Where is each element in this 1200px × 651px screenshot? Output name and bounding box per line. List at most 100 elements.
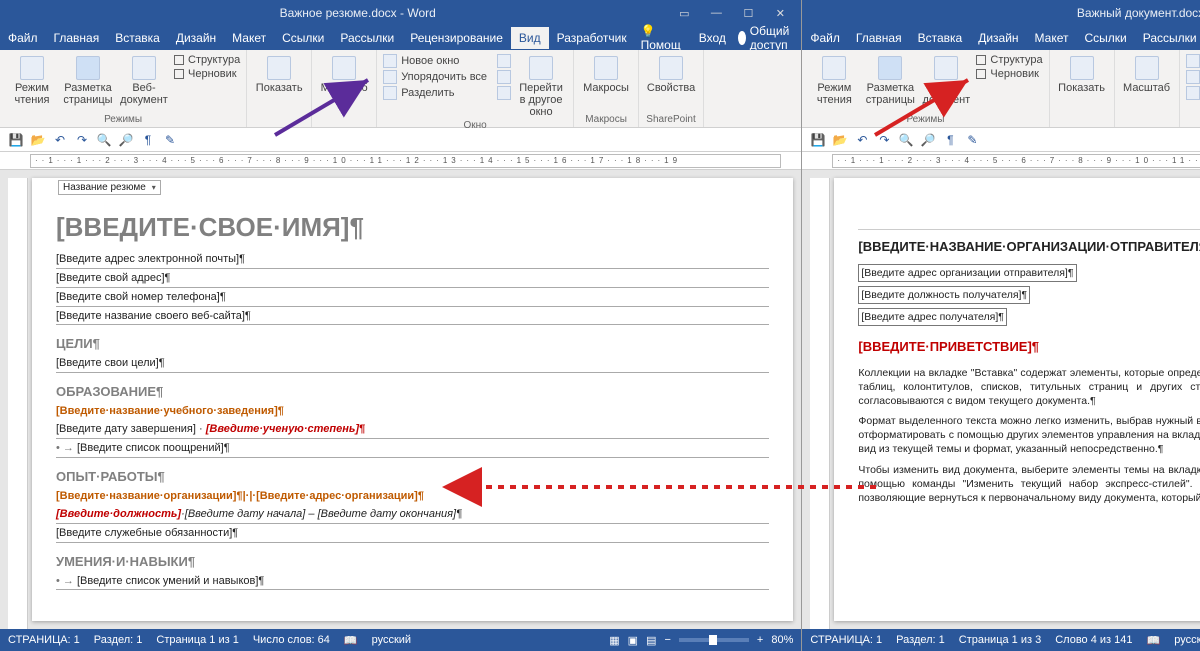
sender-address-field[interactable]: [Введите адрес организации отправителя]¶ [858,264,1076,282]
status-proof-icon[interactable]: 📖 [344,634,358,647]
redo-icon[interactable]: ↷ [74,132,90,148]
maximize-icon[interactable]: ☐ [733,7,763,20]
save-icon[interactable]: 💾 [810,132,826,148]
status-words[interactable]: Слово 4 из 141 [1055,634,1132,646]
tab-file[interactable]: Файл [0,27,46,49]
tab-file[interactable]: Файл [802,27,848,49]
arrange-all-button[interactable]: Упорядочить все [1186,70,1200,84]
org-heading[interactable]: [ВВЕДИТЕ·НАЗВАНИЕ·ОРГАНИЗАЦИИ·ОТПРАВИТЕЛ… [858,238,1200,256]
status-lang[interactable]: русский [372,634,411,646]
tab-design[interactable]: Дизайн [168,27,224,49]
print-layout-button[interactable]: Разметка страницы [864,52,916,106]
body-paragraph[interactable]: Формат выделенного текста можно легко из… [858,414,1200,457]
tab-view[interactable]: Вид [511,27,549,49]
split-button[interactable]: Разделить [1186,86,1200,100]
horizontal-ruler[interactable]: ··1···1···2···3···4···5···6···7···8···9·… [832,154,1200,168]
close-icon[interactable]: ✕ [765,7,795,20]
email-field[interactable]: [Введите адрес электронной почты]¶ [56,251,769,269]
save-icon[interactable]: 💾 [8,132,24,148]
tab-layout[interactable]: Макет [224,27,274,49]
new-window-button[interactable]: Новое окно [1186,54,1200,68]
qat-button[interactable]: 🔍 [96,132,112,148]
document-page[interactable]: Название резюме▾ [ВВЕДИТЕ·СВОЕ·ИМЯ]¶ [Вв… [32,178,793,621]
login-button[interactable]: Вход [693,27,732,49]
view-mode-icon[interactable]: ▦ [609,634,619,647]
undo-icon[interactable]: ↶ [854,132,870,148]
tab-home[interactable]: Главная [46,27,108,49]
show-button[interactable]: Показать [253,52,305,94]
zoom-in-icon[interactable]: + [757,634,763,646]
tab-mailings[interactable]: Рассылки [1135,27,1200,49]
edu-sub[interactable]: [Введите·название·учебного·заведения]¶ [56,404,769,419]
qat-button[interactable]: ¶ [140,132,156,148]
horizontal-ruler[interactable]: ··1···1···2···3···4···5···6···7···8···9·… [30,154,781,168]
minimize-icon[interactable]: — [701,7,731,20]
share-button[interactable]: Общий доступ [738,24,796,52]
outline-check[interactable]: Структура [174,54,240,66]
arrange-all-button[interactable]: Упорядочить все [383,70,487,84]
draft-check[interactable]: Черновик [976,68,1039,80]
zoom-button[interactable]: Масштаб [318,52,370,94]
qat-open-icon[interactable]: 📂 [30,132,46,148]
view-mode-icon[interactable]: ▣ [628,634,638,647]
chevron-down-icon[interactable]: ▾ [152,183,156,192]
status-pages[interactable]: Страница 1 из 1 [156,634,238,646]
tab-references[interactable]: Ссылки [1077,27,1135,49]
exp-desc[interactable]: [Введите служебные обязанности]¶ [56,525,769,543]
tab-references[interactable]: Ссылки [274,27,332,49]
macros-button[interactable]: Макросы [580,52,632,94]
web-layout-button[interactable]: Веб-документ [118,52,170,106]
goals-field[interactable]: [Введите свои цели]¶ [56,355,769,373]
status-page[interactable]: СТРАНИЦА: 1 [810,634,882,646]
name-heading[interactable]: [ВВЕДИТЕ·СВОЕ·ИМЯ]¶ [56,210,769,245]
web-layout-button[interactable]: Веб-документ [920,52,972,106]
tab-design[interactable]: Дизайн [970,27,1026,49]
status-pages[interactable]: Страница 1 из 3 [959,634,1041,646]
tab-home[interactable]: Главная [848,27,910,49]
new-window-button[interactable]: Новое окно [383,54,459,68]
zoom-button[interactable]: Масштаб [1121,52,1173,94]
website-field[interactable]: [Введите название своего веб-сайта]¶ [56,308,769,326]
draft-check[interactable]: Черновик [174,68,237,80]
body-paragraph[interactable]: Чтобы изменить вид документа, выберите э… [858,463,1200,506]
status-words[interactable]: Число слов: 64 [253,634,330,646]
view-mode-icon[interactable]: ▤ [646,634,656,647]
address-field[interactable]: [Введите свой адрес]¶ [56,270,769,288]
vertical-ruler[interactable] [810,178,830,629]
redo-icon[interactable]: ↷ [876,132,892,148]
status-page[interactable]: СТРАНИЦА: 1 [8,634,80,646]
qat-button[interactable]: 🔎 [920,132,936,148]
status-section[interactable]: Раздел: 1 [94,634,143,646]
body-paragraph[interactable]: Коллекции на вкладке "Вставка" содержат … [858,366,1200,409]
recipient-title-field[interactable]: [Введите должность получателя]¶ [858,286,1030,304]
outline-check[interactable]: Структура [976,54,1042,66]
read-mode-button[interactable]: Режим чтения [808,52,860,106]
zoom-out-icon[interactable]: − [664,634,670,646]
edu-bullet[interactable]: [Введите список поощрений]¶ [56,440,769,458]
qat-button[interactable]: ✎ [964,132,980,148]
restore-icon[interactable]: ▭ [669,7,699,20]
exp-sub[interactable]: [Введите·название·организации]¶|·|·[Введ… [56,489,769,504]
exp-line[interactable]: [Введите·должность]·[Введите дату начала… [56,506,769,524]
document-area[interactable]: Название резюме▾ [ВВЕДИТЕ·СВОЕ·ИМЯ]¶ [Вв… [0,170,801,629]
print-layout-button[interactable]: Разметка страницы [62,52,114,106]
vertical-ruler[interactable] [8,178,28,629]
read-mode-button[interactable]: Режим чтения [6,52,58,106]
tab-layout[interactable]: Макет [1027,27,1077,49]
status-section[interactable]: Раздел: 1 [896,634,945,646]
show-button[interactable]: Показать [1056,52,1108,94]
content-control-tag[interactable]: Название резюме▾ [58,180,161,195]
document-area[interactable]: [ВВЕДИТЕ·НАЗВАНИЕ·ОРГАНИЗАЦИИ·ОТПРАВИТЕЛ… [802,170,1200,629]
recipient-address-field[interactable]: [Введите адрес получателя]¶ [858,308,1007,326]
tab-review[interactable]: Рецензирование [402,27,511,49]
status-lang[interactable]: русский [1174,634,1200,646]
undo-icon[interactable]: ↶ [52,132,68,148]
qat-button[interactable]: ✎ [162,132,178,148]
switch-windows-button[interactable]: Перейти в другое окно [515,52,567,118]
qat-button[interactable]: 🔍 [898,132,914,148]
qat-button[interactable]: ¶ [942,132,958,148]
document-page[interactable]: [ВВЕДИТЕ·НАЗВАНИЕ·ОРГАНИЗАЦИИ·ОТПРАВИТЕЛ… [834,178,1200,621]
tab-developer[interactable]: Разработчик [549,27,635,49]
edu-line[interactable]: [Введите дату завершения] · [Введите·уче… [56,421,769,439]
zoom-slider[interactable] [679,638,749,642]
